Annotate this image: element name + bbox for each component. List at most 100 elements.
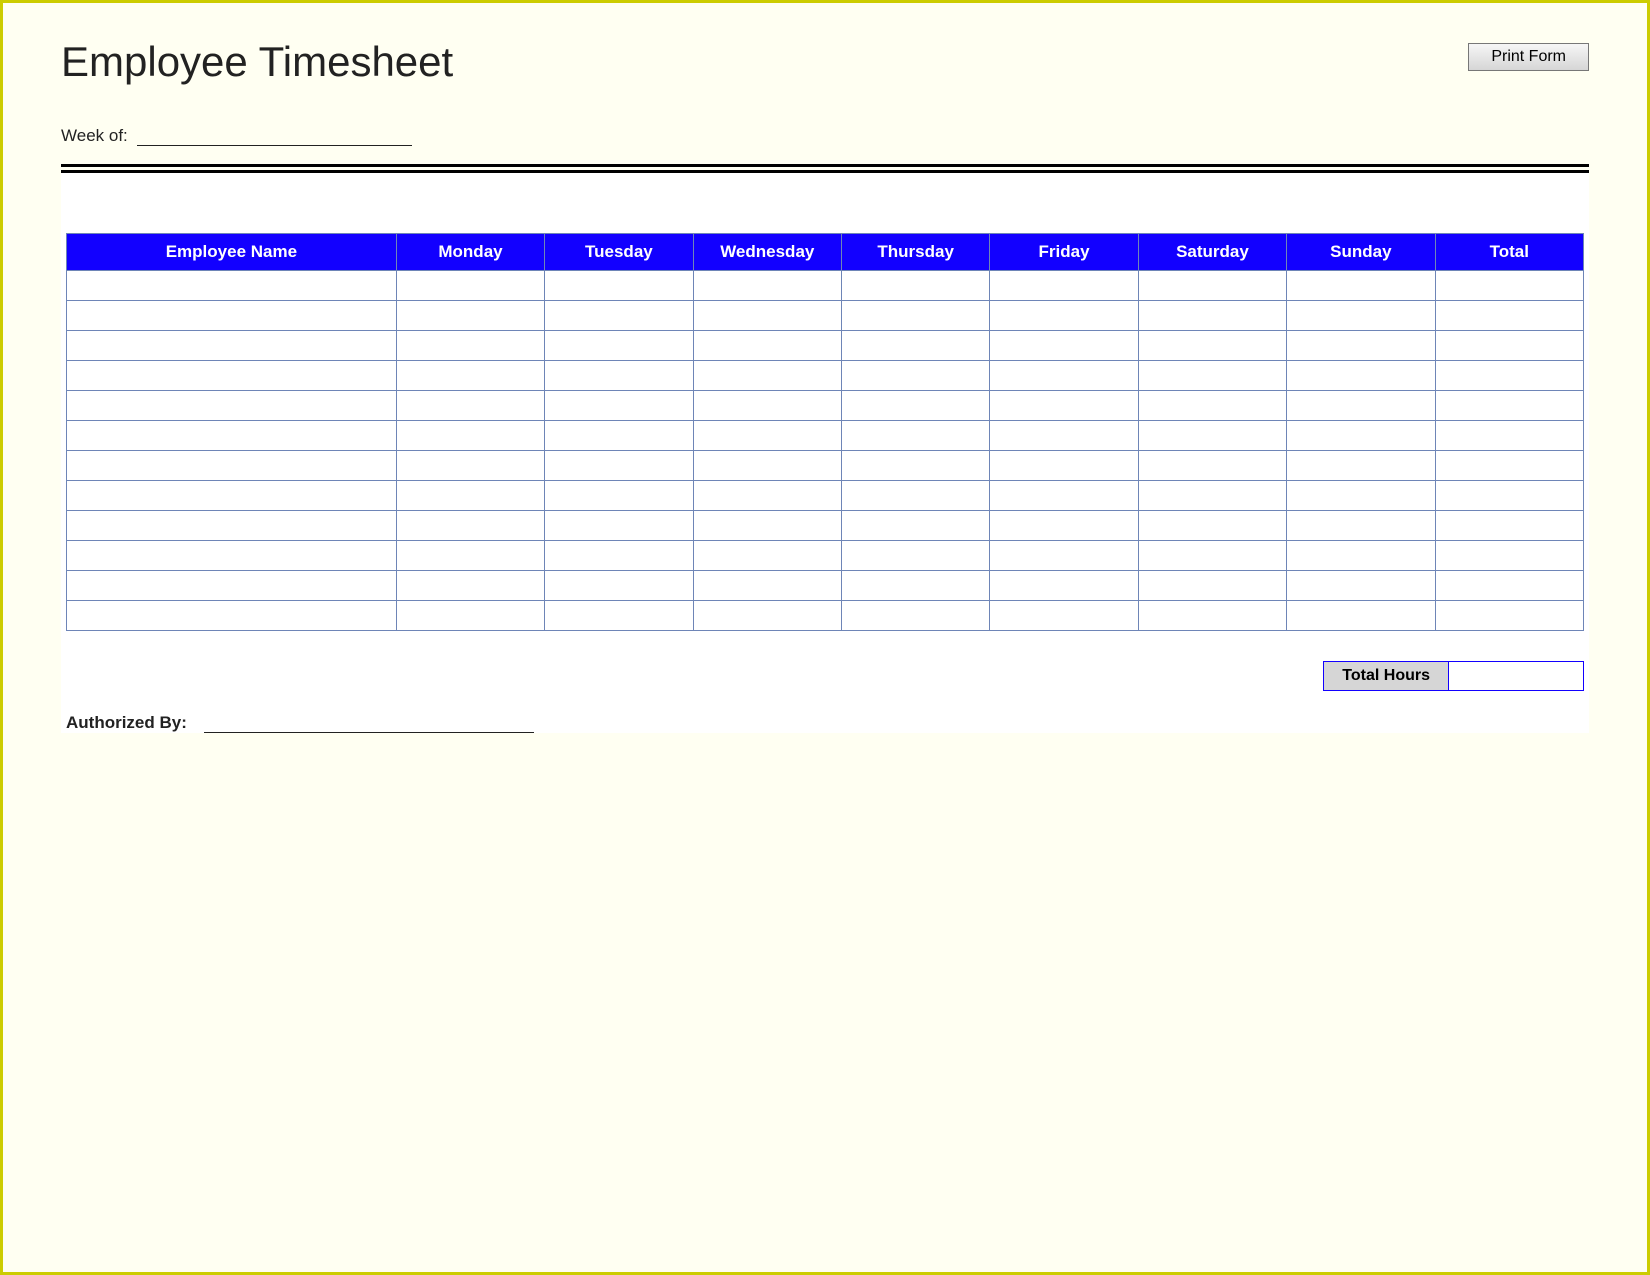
cell-mon[interactable] [396,301,544,331]
cell-thu[interactable] [841,361,989,391]
cell-name[interactable] [67,301,397,331]
cell-name[interactable] [67,541,397,571]
cell-sat[interactable] [1138,391,1286,421]
cell-wed[interactable] [693,571,841,601]
cell-fri[interactable] [990,421,1138,451]
cell-sat[interactable] [1138,361,1286,391]
cell-tue[interactable] [545,301,693,331]
cell-fri[interactable] [990,511,1138,541]
cell-thu[interactable] [841,481,989,511]
cell-mon[interactable] [396,541,544,571]
cell-total[interactable] [1435,601,1583,631]
cell-name[interactable] [67,481,397,511]
cell-tue[interactable] [545,331,693,361]
cell-name[interactable] [67,271,397,301]
cell-fri[interactable] [990,451,1138,481]
cell-sun[interactable] [1287,451,1435,481]
cell-sun[interactable] [1287,511,1435,541]
cell-mon[interactable] [396,601,544,631]
cell-sat[interactable] [1138,331,1286,361]
cell-sun[interactable] [1287,391,1435,421]
cell-tue[interactable] [545,481,693,511]
cell-sun[interactable] [1287,271,1435,301]
cell-total[interactable] [1435,541,1583,571]
cell-wed[interactable] [693,481,841,511]
cell-fri[interactable] [990,391,1138,421]
cell-name[interactable] [67,421,397,451]
cell-sat[interactable] [1138,571,1286,601]
cell-sun[interactable] [1287,481,1435,511]
cell-sun[interactable] [1287,301,1435,331]
cell-thu[interactable] [841,571,989,601]
cell-total[interactable] [1435,331,1583,361]
cell-fri[interactable] [990,331,1138,361]
cell-thu[interactable] [841,421,989,451]
cell-mon[interactable] [396,331,544,361]
cell-total[interactable] [1435,511,1583,541]
cell-mon[interactable] [396,511,544,541]
cell-tue[interactable] [545,361,693,391]
cell-wed[interactable] [693,541,841,571]
cell-mon[interactable] [396,361,544,391]
cell-total[interactable] [1435,481,1583,511]
cell-total[interactable] [1435,571,1583,601]
cell-tue[interactable] [545,391,693,421]
cell-sun[interactable] [1287,331,1435,361]
cell-total[interactable] [1435,361,1583,391]
cell-mon[interactable] [396,481,544,511]
cell-sun[interactable] [1287,361,1435,391]
cell-tue[interactable] [545,271,693,301]
cell-total[interactable] [1435,451,1583,481]
cell-tue[interactable] [545,571,693,601]
cell-fri[interactable] [990,301,1138,331]
cell-name[interactable] [67,451,397,481]
cell-fri[interactable] [990,481,1138,511]
cell-fri[interactable] [990,541,1138,571]
cell-thu[interactable] [841,601,989,631]
cell-sat[interactable] [1138,271,1286,301]
cell-wed[interactable] [693,601,841,631]
cell-thu[interactable] [841,271,989,301]
cell-thu[interactable] [841,511,989,541]
cell-mon[interactable] [396,271,544,301]
cell-mon[interactable] [396,571,544,601]
cell-sat[interactable] [1138,511,1286,541]
cell-tue[interactable] [545,511,693,541]
cell-wed[interactable] [693,361,841,391]
cell-mon[interactable] [396,451,544,481]
cell-name[interactable] [67,511,397,541]
cell-thu[interactable] [841,331,989,361]
cell-name[interactable] [67,331,397,361]
cell-total[interactable] [1435,271,1583,301]
cell-fri[interactable] [990,601,1138,631]
cell-thu[interactable] [841,391,989,421]
cell-wed[interactable] [693,271,841,301]
cell-fri[interactable] [990,361,1138,391]
cell-sat[interactable] [1138,481,1286,511]
cell-sun[interactable] [1287,601,1435,631]
cell-name[interactable] [67,391,397,421]
cell-sat[interactable] [1138,601,1286,631]
cell-fri[interactable] [990,271,1138,301]
cell-sun[interactable] [1287,571,1435,601]
cell-total[interactable] [1435,421,1583,451]
cell-wed[interactable] [693,331,841,361]
cell-sat[interactable] [1138,421,1286,451]
cell-thu[interactable] [841,541,989,571]
total-hours-input[interactable] [1449,661,1584,691]
cell-total[interactable] [1435,391,1583,421]
cell-tue[interactable] [545,541,693,571]
cell-name[interactable] [67,361,397,391]
cell-sun[interactable] [1287,421,1435,451]
cell-wed[interactable] [693,301,841,331]
cell-thu[interactable] [841,451,989,481]
print-form-button[interactable]: Print Form [1468,43,1589,71]
cell-name[interactable] [67,601,397,631]
week-of-input[interactable] [137,128,412,146]
authorized-by-input[interactable] [204,715,534,733]
cell-thu[interactable] [841,301,989,331]
cell-mon[interactable] [396,391,544,421]
cell-wed[interactable] [693,421,841,451]
cell-sat[interactable] [1138,541,1286,571]
cell-total[interactable] [1435,301,1583,331]
